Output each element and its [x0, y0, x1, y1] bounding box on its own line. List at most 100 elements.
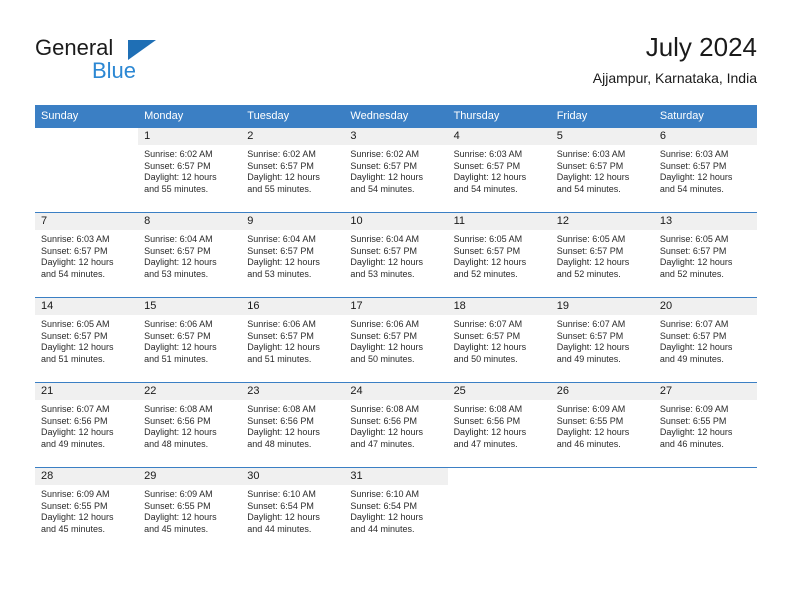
day-number: 31: [344, 468, 448, 485]
page-header: General Blue July 2024 Ajjampur, Karnata…: [35, 30, 757, 98]
sunrise-text: Sunrise: 6:03 AM: [556, 149, 626, 159]
day-number: 22: [138, 383, 242, 400]
weekday-header-sunday: Sunday: [35, 105, 139, 128]
day-number: 9: [241, 213, 345, 230]
day-cell[interactable]: 19 Sunrise: 6:07 AM Sunset: 6:57 PM Dayligh…: [550, 298, 654, 382]
daylight-text-line1: Daylight: 12 hours: [247, 427, 320, 438]
sunset-text: Sunset: 6:57 PM: [144, 245, 211, 256]
day-cell[interactable]: 25 Sunrise: 6:08 AM Sunset: 6:56 PM Dayligh…: [447, 383, 551, 467]
sunrise-text: Sunrise: 6:06 AM: [144, 319, 213, 329]
calendar-cell: 9 Sunrise: 6:04 AM Sunset: 6:57 PM Daylight…: [241, 212, 345, 298]
daylight-text-line1: Daylight: 12 hours: [659, 342, 733, 353]
day-cell[interactable]: 16 Sunrise: 6:06 AM Sunset: 6:57 PM Dayligh…: [241, 298, 345, 382]
general-blue-logo[interactable]: General Blue: [35, 35, 235, 91]
calendar-cell: 27 Sunrise: 6:09 AM Sunset: 6:55 PM Dayligh…: [653, 382, 757, 468]
day-details: Sunrise: 6:07 AM Sunset: 6:56 PM Daylight:…: [35, 400, 138, 450]
day-details: Sunrise: 6:06 AM Sunset: 6:57 PM Daylight:…: [344, 315, 447, 365]
day-cell[interactable]: 11 Sunrise: 6:05 AM Sunset: 6:57 PM Dayligh…: [447, 213, 551, 297]
sunset-text: Sunset: 6:57 PM: [659, 160, 727, 171]
day-cell[interactable]: 23 Sunrise: 6:08 AM Sunset: 6:56 PM Dayligh…: [241, 383, 345, 467]
day-cell[interactable]: 18 Sunrise: 6:07 AM Sunset: 6:57 PM Dayligh…: [447, 298, 551, 382]
sunrise-text: Sunrise: 6:09 AM: [659, 404, 729, 414]
sunset-text: Sunset: 6:54 PM: [247, 500, 314, 511]
sunrise-text: Sunrise: 6:03 AM: [659, 149, 729, 159]
daylight-text-line1: Daylight: 12 hours: [350, 342, 423, 353]
calendar-cell: [35, 127, 139, 213]
sunset-text: Sunset: 6:55 PM: [144, 500, 211, 511]
day-cell[interactable]: 1 Sunrise: 6:02 AM Sunset: 6:57 PM Daylight…: [138, 128, 242, 212]
day-cell-empty: [448, 468, 551, 552]
day-cell[interactable]: 20 Sunrise: 6:07 AM Sunset: 6:57 PM Dayligh…: [653, 298, 757, 382]
calendar-cell: 8 Sunrise: 6:04 AM Sunset: 6:57 PM Daylight…: [138, 212, 242, 298]
day-number: 18: [447, 298, 551, 315]
day-number: 25: [447, 383, 551, 400]
day-details: Sunrise: 6:03 AM Sunset: 6:57 PM Daylight:…: [654, 145, 757, 195]
day-cell[interactable]: 31 Sunrise: 6:10 AM Sunset: 6:54 PM Dayligh…: [344, 468, 448, 552]
sunrise-text: Sunrise: 6:05 AM: [41, 319, 110, 329]
day-number: 26: [550, 383, 654, 400]
day-cell[interactable]: 3 Sunrise: 6:02 AM Sunset: 6:57 PM Daylight…: [344, 128, 448, 212]
day-cell[interactable]: 24 Sunrise: 6:08 AM Sunset: 6:56 PM Dayligh…: [344, 383, 448, 467]
daylight-text-line2: and 50 minutes.: [453, 353, 518, 364]
day-cell[interactable]: 7 Sunrise: 6:03 AM Sunset: 6:57 PM Daylight…: [35, 213, 139, 297]
calendar-cell: 30 Sunrise: 6:10 AM Sunset: 6:54 PM Dayligh…: [241, 467, 345, 552]
day-cell[interactable]: 14 Sunrise: 6:05 AM Sunset: 6:57 PM Dayligh…: [35, 298, 139, 382]
day-cell[interactable]: 17 Sunrise: 6:06 AM Sunset: 6:57 PM Dayligh…: [344, 298, 448, 382]
day-cell[interactable]: 30 Sunrise: 6:10 AM Sunset: 6:54 PM Dayligh…: [241, 468, 345, 552]
day-details: Sunrise: 6:07 AM Sunset: 6:57 PM Daylight:…: [448, 315, 551, 365]
calendar-page: General Blue July 2024 Ajjampur, Karnata…: [0, 0, 792, 612]
calendar-cell: 23 Sunrise: 6:08 AM Sunset: 6:56 PM Dayligh…: [241, 382, 345, 468]
day-cell[interactable]: 9 Sunrise: 6:04 AM Sunset: 6:57 PM Daylight…: [241, 213, 345, 297]
calendar-cell: 28 Sunrise: 6:09 AM Sunset: 6:55 PM Dayligh…: [35, 467, 139, 552]
calendar-body: 1 Sunrise: 6:02 AM Sunset: 6:57 PM Daylight…: [35, 127, 757, 552]
day-details: Sunrise: 6:09 AM Sunset: 6:55 PM Daylight:…: [654, 400, 757, 450]
day-cell-empty: [551, 468, 654, 552]
day-number: 12: [550, 213, 654, 230]
day-cell[interactable]: 13 Sunrise: 6:05 AM Sunset: 6:57 PM Dayligh…: [653, 213, 757, 297]
daylight-text-line2: and 54 minutes.: [453, 183, 518, 194]
weekday-header-tuesday: Tuesday: [241, 105, 345, 128]
calendar-cell: 6 Sunrise: 6:03 AM Sunset: 6:57 PM Daylight…: [653, 127, 757, 213]
day-cell[interactable]: 26 Sunrise: 6:09 AM Sunset: 6:55 PM Dayligh…: [550, 383, 654, 467]
calendar-cell: [550, 467, 654, 552]
sunrise-text: Sunrise: 6:08 AM: [247, 404, 316, 414]
day-cell[interactable]: 8 Sunrise: 6:04 AM Sunset: 6:57 PM Daylight…: [138, 213, 242, 297]
day-cell[interactable]: 5 Sunrise: 6:03 AM Sunset: 6:57 PM Daylight…: [550, 128, 654, 212]
day-cell[interactable]: 4 Sunrise: 6:03 AM Sunset: 6:57 PM Daylight…: [447, 128, 551, 212]
day-cell[interactable]: 6 Sunrise: 6:03 AM Sunset: 6:57 PM Daylight…: [653, 128, 757, 212]
day-cell[interactable]: 27 Sunrise: 6:09 AM Sunset: 6:55 PM Dayligh…: [653, 383, 757, 467]
day-cell[interactable]: 22 Sunrise: 6:08 AM Sunset: 6:56 PM Dayligh…: [138, 383, 242, 467]
sunset-text: Sunset: 6:56 PM: [144, 415, 211, 426]
day-cell[interactable]: 10 Sunrise: 6:04 AM Sunset: 6:57 PM Dayligh…: [344, 213, 448, 297]
weekday-header-monday: Monday: [138, 105, 242, 128]
triangle-icon: [128, 40, 156, 60]
day-cell-empty: [654, 468, 757, 552]
day-cell[interactable]: 21 Sunrise: 6:07 AM Sunset: 6:56 PM Dayligh…: [35, 383, 139, 467]
sunrise-text: Sunrise: 6:07 AM: [41, 404, 110, 414]
day-number: 8: [138, 213, 242, 230]
sunset-text: Sunset: 6:57 PM: [41, 330, 108, 341]
calendar-cell: 7 Sunrise: 6:03 AM Sunset: 6:57 PM Daylight…: [35, 212, 139, 298]
day-cell[interactable]: 2 Sunrise: 6:02 AM Sunset: 6:57 PM Daylight…: [241, 128, 345, 212]
sunset-text: Sunset: 6:57 PM: [659, 330, 727, 341]
sunset-text: Sunset: 6:57 PM: [350, 245, 417, 256]
day-details: Sunrise: 6:05 AM Sunset: 6:57 PM Daylight:…: [654, 230, 757, 280]
calendar-cell: 11 Sunrise: 6:05 AM Sunset: 6:57 PM Dayligh…: [447, 212, 551, 298]
daylight-text-line1: Daylight: 12 hours: [453, 172, 527, 183]
day-cell[interactable]: 29 Sunrise: 6:09 AM Sunset: 6:55 PM Dayligh…: [138, 468, 242, 552]
day-cell[interactable]: 15 Sunrise: 6:06 AM Sunset: 6:57 PM Dayligh…: [138, 298, 242, 382]
daylight-text-line2: and 52 minutes.: [659, 268, 724, 279]
daylight-text-line2: and 52 minutes.: [453, 268, 518, 279]
daylight-text-line2: and 47 minutes.: [350, 438, 415, 449]
sunrise-sunset-calendar: Sunday Monday Tuesday Wednesday Thursday…: [35, 105, 757, 552]
day-cell[interactable]: 12 Sunrise: 6:05 AM Sunset: 6:57 PM Dayligh…: [550, 213, 654, 297]
sunrise-text: Sunrise: 6:04 AM: [350, 234, 419, 244]
daylight-text-line1: Daylight: 12 hours: [556, 172, 630, 183]
calendar-week-row: 21 Sunrise: 6:07 AM Sunset: 6:56 PM Dayligh…: [35, 382, 757, 468]
sunrise-text: Sunrise: 6:03 AM: [41, 234, 110, 244]
day-number: 21: [35, 383, 139, 400]
page-title: July 2024: [645, 32, 757, 62]
day-cell[interactable]: 28 Sunrise: 6:09 AM Sunset: 6:55 PM Dayligh…: [35, 468, 139, 552]
daylight-text-line1: Daylight: 12 hours: [41, 512, 114, 523]
sunset-text: Sunset: 6:57 PM: [556, 160, 624, 171]
